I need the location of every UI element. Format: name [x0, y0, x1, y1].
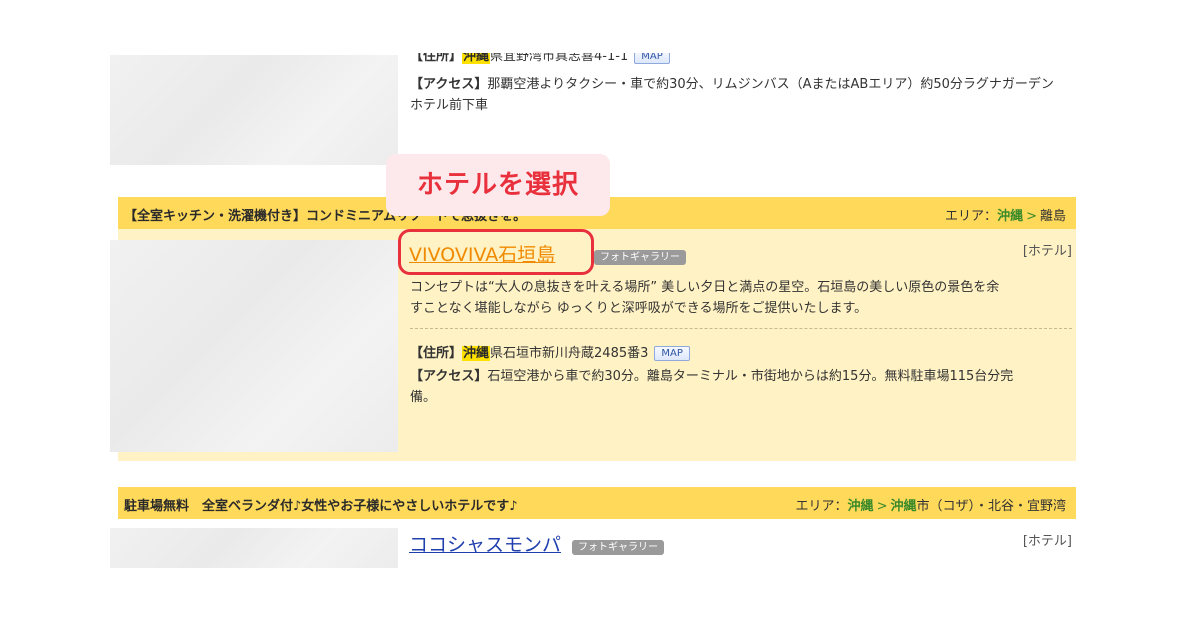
top-access-label: 【アクセス】: [410, 77, 488, 92]
listing-1-description: コンセプトは“大人の息抜きを叶える場所” 美しい夕日と満点の星空。石垣島の美しい…: [410, 277, 1072, 319]
top-access-text-2: ホテル前下車: [410, 98, 489, 113]
hotel-name-highlight-ring: [398, 229, 594, 275]
top-address-line: 【住所】沖縄県宜野湾市真志喜4-1-1 MAP: [410, 53, 1072, 67]
listing-1-access-text-2: 備。: [410, 390, 437, 405]
photo-gallery-button-vivoviva[interactable]: フォトギャラリー: [594, 250, 686, 265]
hotel-thumbnail-top[interactable]: [110, 55, 398, 165]
top-address-text: 県宜野湾市真志喜4-1-1: [490, 53, 629, 64]
listing-1-area-separator: >: [1026, 209, 1037, 224]
listing-2-tagline: 駐車場無料 全室ベランダ付♪女性やお子様にやさしいホテルです♪: [124, 499, 518, 514]
listing-1-address: 【住所】沖縄県石垣市新川舟蔵2485番3 MAP: [410, 343, 1072, 364]
listing-1-area-sub[interactable]: 離島: [1040, 209, 1066, 224]
listing-1-map-button[interactable]: MAP: [654, 346, 690, 361]
listing-2-type-label: [ホテル]: [1022, 534, 1072, 549]
listing-1-address-text: 県石垣市新川舟蔵2485番3: [490, 346, 649, 361]
top-map-button[interactable]: MAP: [634, 53, 670, 64]
listing-1-type-label: [ホテル]: [1022, 244, 1072, 259]
listing-1-access: 【アクセス】石垣空港から車で約30分。離島ターミナル・市街地からは約15分。無料…: [410, 366, 1072, 408]
listing-1-area: エリア：沖縄 > 離島: [945, 205, 1066, 224]
listing-2-area-separator: >: [876, 499, 888, 514]
listing-1-address-pref-link[interactable]: 沖縄: [462, 346, 491, 361]
listing-1-divider: [410, 328, 1072, 329]
top-access-text-1: 那覇空港よりタクシー・車で約30分、リムジンバス（AまたはABエリア）約50分ラ…: [487, 77, 1054, 92]
top-access: 【アクセス】那覇空港よりタクシー・車で約30分、リムジンバス（AまたはABエリア…: [410, 74, 1080, 116]
hotel-name-link-kokoshasumonpa[interactable]: ココシャスモンパ: [409, 530, 561, 557]
photo-gallery-button-kokoshasumonpa[interactable]: フォトギャラリー: [572, 540, 664, 555]
top-address-label: 【住所】: [410, 53, 463, 64]
listing-2-area-label: エリア：: [795, 499, 848, 514]
hotel-thumbnail-vivoviva[interactable]: [110, 240, 398, 452]
listing-1-address-label: 【住所】: [410, 346, 463, 361]
listing-1-access-text-1: 石垣空港から車で約30分。離島ターミナル・市街地からは約15分。無料駐車場115…: [487, 369, 1014, 384]
listing-2-area-sub-rest[interactable]: 市（コザ）・北谷・宜野湾: [916, 499, 1066, 514]
select-hotel-callout: ホテルを選択: [386, 154, 610, 216]
listing-2-area-pref-link[interactable]: 沖縄: [848, 499, 874, 514]
listing-1-area-label: エリア：: [945, 209, 998, 224]
hotel-thumbnail-kokoshasumonpa[interactable]: [110, 528, 398, 568]
listing-1-description-line-1: コンセプトは“大人の息抜きを叶える場所” 美しい夕日と満点の星空。石垣島の美しい…: [410, 280, 1000, 295]
listing-1-access-label: 【アクセス】: [410, 369, 488, 384]
listing-1-description-line-2: すことなく堪能しながら ゆっくりと深呼吸ができる場所をご提供いたします。: [410, 301, 868, 316]
listing-1-area-pref-link[interactable]: 沖縄: [997, 209, 1023, 224]
listing-2-header: 駐車場無料 全室ベランダ付♪女性やお子様にやさしいホテルです♪ エリア：沖縄 > 沖…: [118, 487, 1076, 519]
listing-2-area-sub-pref[interactable]: 沖縄: [890, 499, 916, 514]
listing-2-area: エリア：沖縄 > 沖縄市（コザ）・北谷・宜野湾: [796, 495, 1066, 514]
top-address-pref[interactable]: 沖縄: [462, 53, 491, 64]
